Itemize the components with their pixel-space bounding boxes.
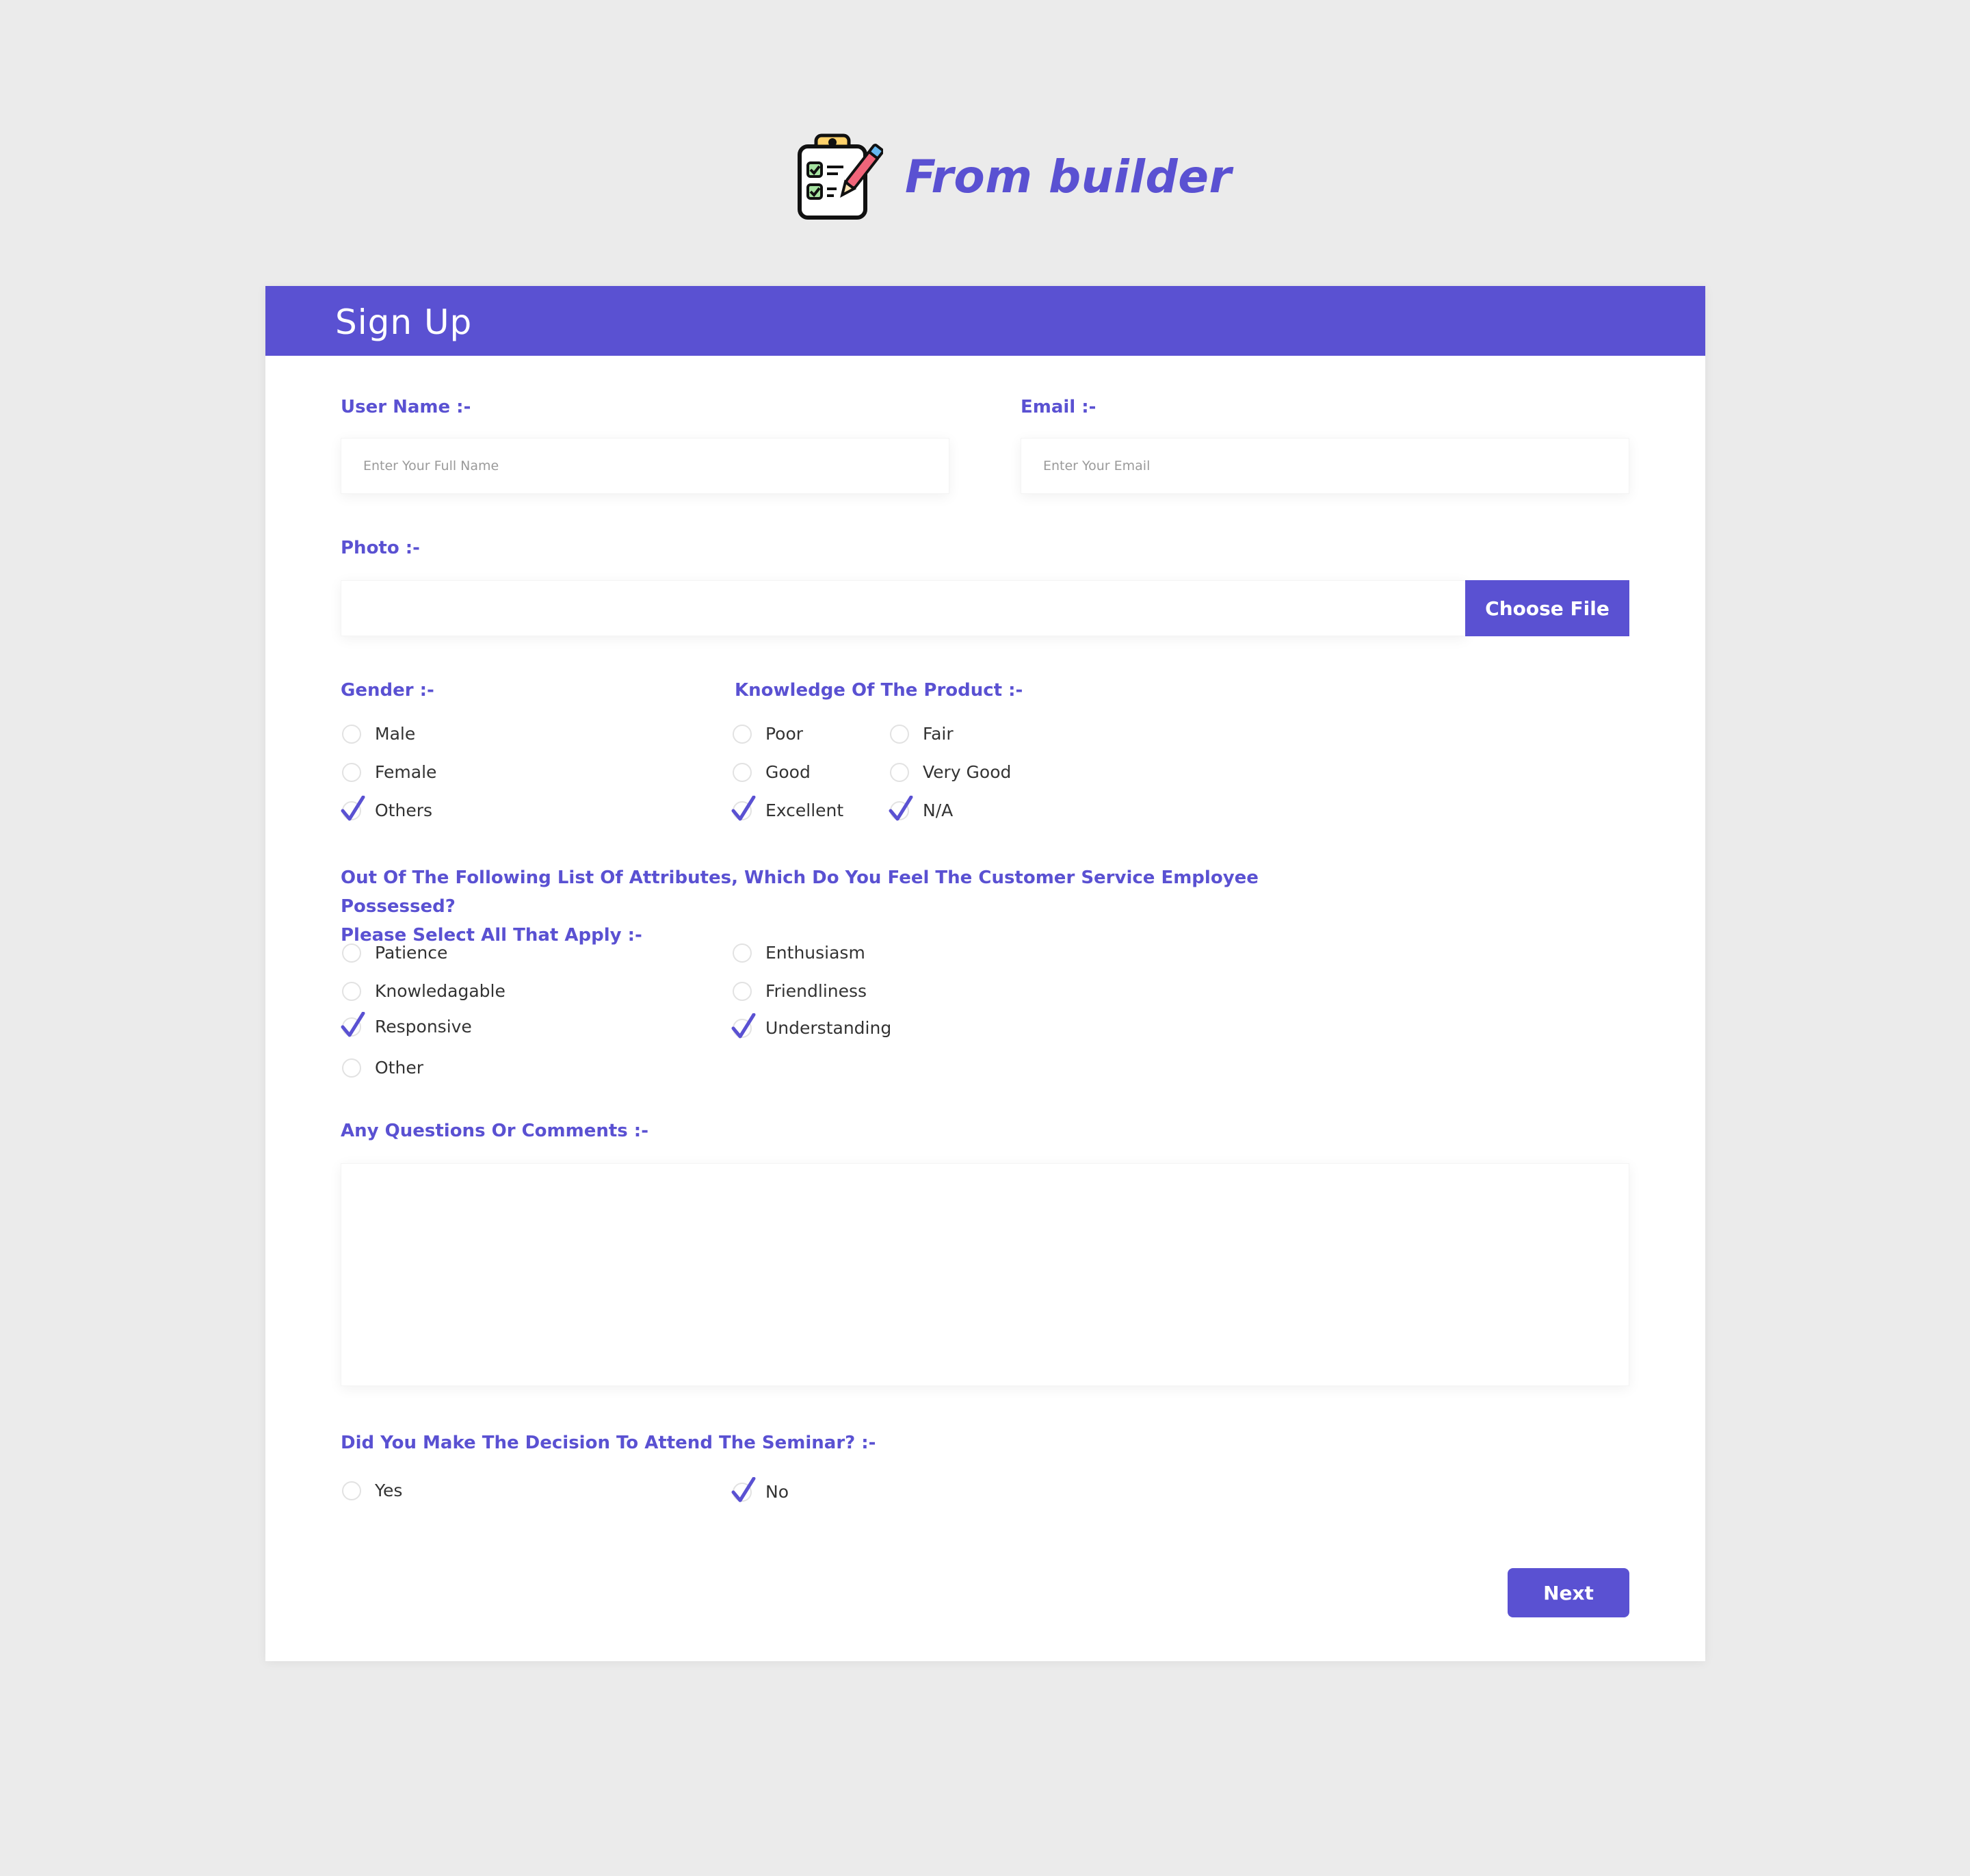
attribute-option-enthusiasm[interactable]: Enthusiasm (731, 937, 865, 967)
gender-option-label: Female (375, 761, 437, 782)
attribute-option-label: Other (375, 1057, 423, 1078)
check-icon (889, 796, 913, 822)
check-icon (731, 1013, 756, 1039)
knowledge-option-fair[interactable]: Fair (889, 718, 954, 748)
attribute-option-label: Enthusiasm (765, 942, 865, 963)
username-input[interactable]: Enter Your Full Name (341, 438, 949, 494)
check-icon (341, 796, 365, 822)
seminar-option-yes[interactable]: Yes (341, 1475, 402, 1505)
choose-file-button[interactable]: Choose File (1465, 580, 1629, 636)
email-label: Email :- (1021, 397, 1096, 417)
email-input[interactable]: Enter Your Email (1021, 438, 1629, 494)
comments-textarea[interactable] (341, 1163, 1629, 1386)
knowledge-option-very-good[interactable]: Very Good (889, 757, 1011, 787)
empty-circle-icon (731, 979, 754, 1002)
attribute-option-label: Friendliness (765, 980, 867, 1001)
attribute-option-label: Knowledagable (375, 980, 505, 1001)
empty-circle-icon (731, 760, 754, 783)
seminar-option-label: No (765, 1481, 789, 1502)
knowledge-option-excellent[interactable]: Excellent (731, 795, 843, 825)
attribute-option-label: Responsive (375, 1016, 472, 1037)
username-placeholder: Enter Your Full Name (363, 458, 499, 473)
page: From builder Sign Up User Name :- Enter … (0, 0, 1970, 1876)
empty-circle-icon (341, 1478, 364, 1502)
form-title: Sign Up (335, 302, 473, 342)
empty-circle-icon (341, 979, 364, 1002)
clipboard-checklist-icon (796, 131, 884, 222)
attribute-option-label: Understanding (765, 1017, 892, 1038)
photo-file-field[interactable] (341, 580, 1467, 636)
seminar-option-label: Yes (375, 1480, 403, 1500)
photo-label: Photo :- (341, 538, 420, 558)
knowledge-option-label: Fair (923, 723, 954, 744)
knowledge-option-label: Excellent (765, 800, 844, 820)
knowledge-label: Knowledge Of The Product :- (735, 680, 1023, 701)
empty-circle-icon (731, 722, 754, 745)
attribute-option-responsive[interactable]: Responsive (341, 1011, 472, 1041)
check-icon (731, 796, 756, 822)
knowledge-option-poor[interactable]: Poor (731, 718, 803, 748)
email-placeholder: Enter Your Email (1043, 458, 1151, 473)
attribute-option-other[interactable]: Other (341, 1052, 423, 1082)
attribute-option-patience[interactable]: Patience (341, 937, 447, 967)
seminar-option-no[interactable]: No (731, 1476, 789, 1507)
attribute-option-understanding[interactable]: Understanding (731, 1013, 891, 1043)
empty-circle-icon (341, 1056, 364, 1079)
knowledge-option-good[interactable]: Good (731, 757, 811, 787)
empty-circle-icon (889, 722, 912, 745)
username-label: User Name :- (341, 397, 471, 417)
empty-circle-icon (341, 722, 364, 745)
check-icon (341, 1012, 365, 1038)
gender-option-label: Others (375, 800, 433, 820)
empty-circle-icon (889, 760, 912, 783)
gender-option-label: Male (375, 723, 416, 744)
brand-header: From builder (796, 131, 1232, 222)
check-icon (731, 1477, 756, 1503)
knowledge-option-label: Good (765, 761, 811, 782)
next-button[interactable]: Next (1508, 1568, 1629, 1617)
gender-option-others[interactable]: Others (341, 795, 432, 825)
attribute-option-friendliness[interactable]: Friendliness (731, 976, 867, 1006)
knowledge-option-label: Very Good (923, 761, 1012, 782)
knowledge-option-label: Poor (765, 723, 804, 744)
card-header: Sign Up (265, 286, 1705, 356)
empty-circle-icon (341, 941, 364, 964)
gender-label: Gender :- (341, 680, 434, 701)
empty-circle-icon (341, 760, 364, 783)
comments-label: Any Questions Or Comments :- (341, 1121, 648, 1141)
attribute-option-knowledagable[interactable]: Knowledagable (341, 976, 505, 1006)
attributes-question-line1: Out Of The Following List Of Attributes,… (341, 868, 1259, 917)
attribute-option-label: Patience (375, 942, 448, 963)
knowledge-option-label: N/A (923, 800, 954, 820)
gender-option-male[interactable]: Male (341, 718, 415, 748)
empty-circle-icon (731, 941, 754, 964)
brand-title: From builder (905, 150, 1232, 203)
gender-option-female[interactable]: Female (341, 757, 436, 787)
knowledge-option-na[interactable]: N/A (889, 795, 953, 825)
seminar-label: Did You Make The Decision To Attend The … (341, 1433, 876, 1453)
